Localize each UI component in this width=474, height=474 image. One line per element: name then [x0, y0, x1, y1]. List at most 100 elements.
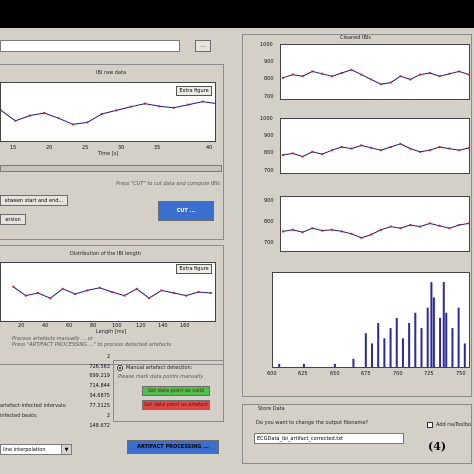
raw-data-point	[115, 109, 118, 112]
cleaned2-data-point	[282, 154, 284, 156]
cleaned1-data-point	[399, 75, 402, 78]
radio-selected-icon[interactable]	[117, 365, 123, 371]
histogram-bar	[364, 333, 367, 367]
c3-y-tick: 700	[264, 240, 274, 246]
raw-panel-title: IBI raw data	[96, 70, 127, 76]
cleaned2-data-point	[448, 147, 451, 150]
dist-data-point	[172, 292, 175, 294]
cleaned-chart-2	[282, 142, 469, 158]
cleaned1-data-point	[340, 72, 343, 74]
histogram-bar	[432, 297, 435, 367]
cleaned2-data-point	[409, 147, 412, 150]
dist-data-point	[123, 294, 126, 297]
raw-data-point	[72, 123, 74, 126]
cleaned2-data-point	[360, 144, 363, 147]
raw-extra-figure-button[interactable]: Extra figure	[176, 86, 212, 96]
chevron-down-icon: ▼	[61, 445, 71, 454]
histogram-bar	[414, 312, 417, 367]
artefact-value: 714.844	[89, 383, 110, 389]
dist-data-point	[49, 297, 52, 300]
dist-extra-figure-button[interactable]: Extra figure	[176, 264, 212, 274]
ibi-histogram-plot[interactable]	[272, 272, 470, 368]
c2-y-tick: 700	[264, 168, 274, 174]
cleaned3-data-point	[448, 227, 451, 230]
c1-y-tick: 800	[264, 76, 274, 82]
cut-button[interactable]: CUT ...	[158, 201, 214, 221]
dist-x-tick: 140	[158, 323, 168, 329]
cleaned3-data-point	[399, 227, 402, 230]
c3-y-tick: 900	[264, 198, 274, 204]
histogram-bar	[442, 282, 445, 367]
cleaned-chart-1	[282, 68, 469, 86]
cleaned1-data-point	[428, 72, 431, 74]
cleaned1-data-point	[350, 68, 353, 71]
store-question: Do you want to change the output filenam…	[256, 420, 369, 426]
raw-data-point	[14, 119, 17, 122]
hist-x-tick: 725	[424, 371, 434, 377]
histogram-bar	[302, 363, 305, 367]
cleaned3-data-point	[311, 227, 314, 230]
histogram-bar	[333, 363, 336, 367]
browse-button[interactable]: ...	[195, 40, 211, 52]
dist-data-point	[209, 292, 212, 294]
set-valid-button[interactable]: Set data point as valid	[142, 386, 210, 396]
interpolation-method-select[interactable]: line interpolation ▼	[0, 444, 72, 455]
dist-x-tick: 160	[180, 323, 190, 329]
artifact-processing-button[interactable]: ARTIFACT PROCESSING ...	[127, 440, 219, 454]
raw-data-point	[100, 113, 103, 116]
raw-scrollbar[interactable]	[0, 165, 222, 172]
cleaned3-data-point	[340, 230, 343, 233]
cleaned-plot-3[interactable]	[280, 196, 470, 252]
histogram-bar	[389, 328, 392, 367]
histogram-bar	[457, 307, 460, 367]
cleaned-plot-2[interactable]	[280, 118, 470, 174]
raw-data-point	[28, 114, 31, 117]
hist-x-tick: 625	[298, 371, 308, 377]
cleaned2-data-point	[370, 146, 373, 149]
cleaned2-series-line	[282, 143, 469, 158]
raw-x-tick: 35	[154, 145, 161, 151]
dist-x-axis-label: Length [ms]	[96, 329, 127, 335]
cleaned3-data-point	[409, 224, 412, 226]
cleaned3-data-point	[360, 236, 363, 239]
histogram-bar	[395, 317, 398, 367]
dist-data-point	[185, 294, 188, 297]
dist-x-tick: 120	[136, 323, 146, 329]
raw-x-tick: 25	[82, 145, 89, 151]
cleaned2-data-point	[340, 146, 343, 148]
checkbox-icon[interactable]	[427, 422, 433, 428]
histogram-bar	[352, 358, 355, 367]
raw-data-point	[158, 105, 161, 108]
cleaned2-data-point	[399, 142, 402, 145]
dist-data-point	[160, 289, 163, 292]
file-path-input[interactable]	[0, 40, 180, 52]
raw-data-point	[129, 105, 132, 108]
version-button[interactable]: ersion	[0, 214, 26, 225]
hist-x-tick: 675	[361, 371, 371, 377]
cleaned3-data-point	[301, 231, 304, 234]
cleaned3-data-point	[350, 232, 353, 235]
store-panel-title: Store Data	[258, 406, 285, 412]
artefact-value: 148.672	[89, 423, 110, 429]
raw-data-point	[1, 109, 2, 112]
cleaned3-data-point	[370, 233, 373, 236]
artefact-value: 34.6875	[89, 393, 110, 399]
distribution-panel-title: Distribution of the IBI length	[70, 251, 141, 257]
dist-data-point	[148, 297, 151, 300]
output-filename-input[interactable]: ECGData_ibi_artifact_corrected.txt	[254, 433, 404, 444]
output-filename-value: ECGData_ibi_artifact_corrected.txt	[257, 436, 344, 442]
dist-data-point	[86, 289, 89, 292]
set-artefact-button[interactable]: Set data point as artefact	[142, 400, 210, 410]
histogram-bar	[377, 323, 380, 367]
cleaned-plot-1[interactable]	[280, 44, 470, 100]
cleaned1-data-point	[438, 75, 441, 78]
between-start-end-button[interactable]: etween start and end...	[0, 195, 68, 206]
raw-data-point	[144, 102, 146, 105]
histogram-bar	[420, 328, 423, 367]
interpolation-method-value: line interpolation	[3, 447, 46, 453]
dist-data-point	[197, 290, 200, 293]
artefact-intervals-label: artefact-infected intervals:	[0, 403, 67, 409]
histogram-bar	[408, 323, 411, 367]
hist-x-tick: 600	[267, 371, 277, 377]
hist-x-tick: 700	[393, 371, 403, 377]
